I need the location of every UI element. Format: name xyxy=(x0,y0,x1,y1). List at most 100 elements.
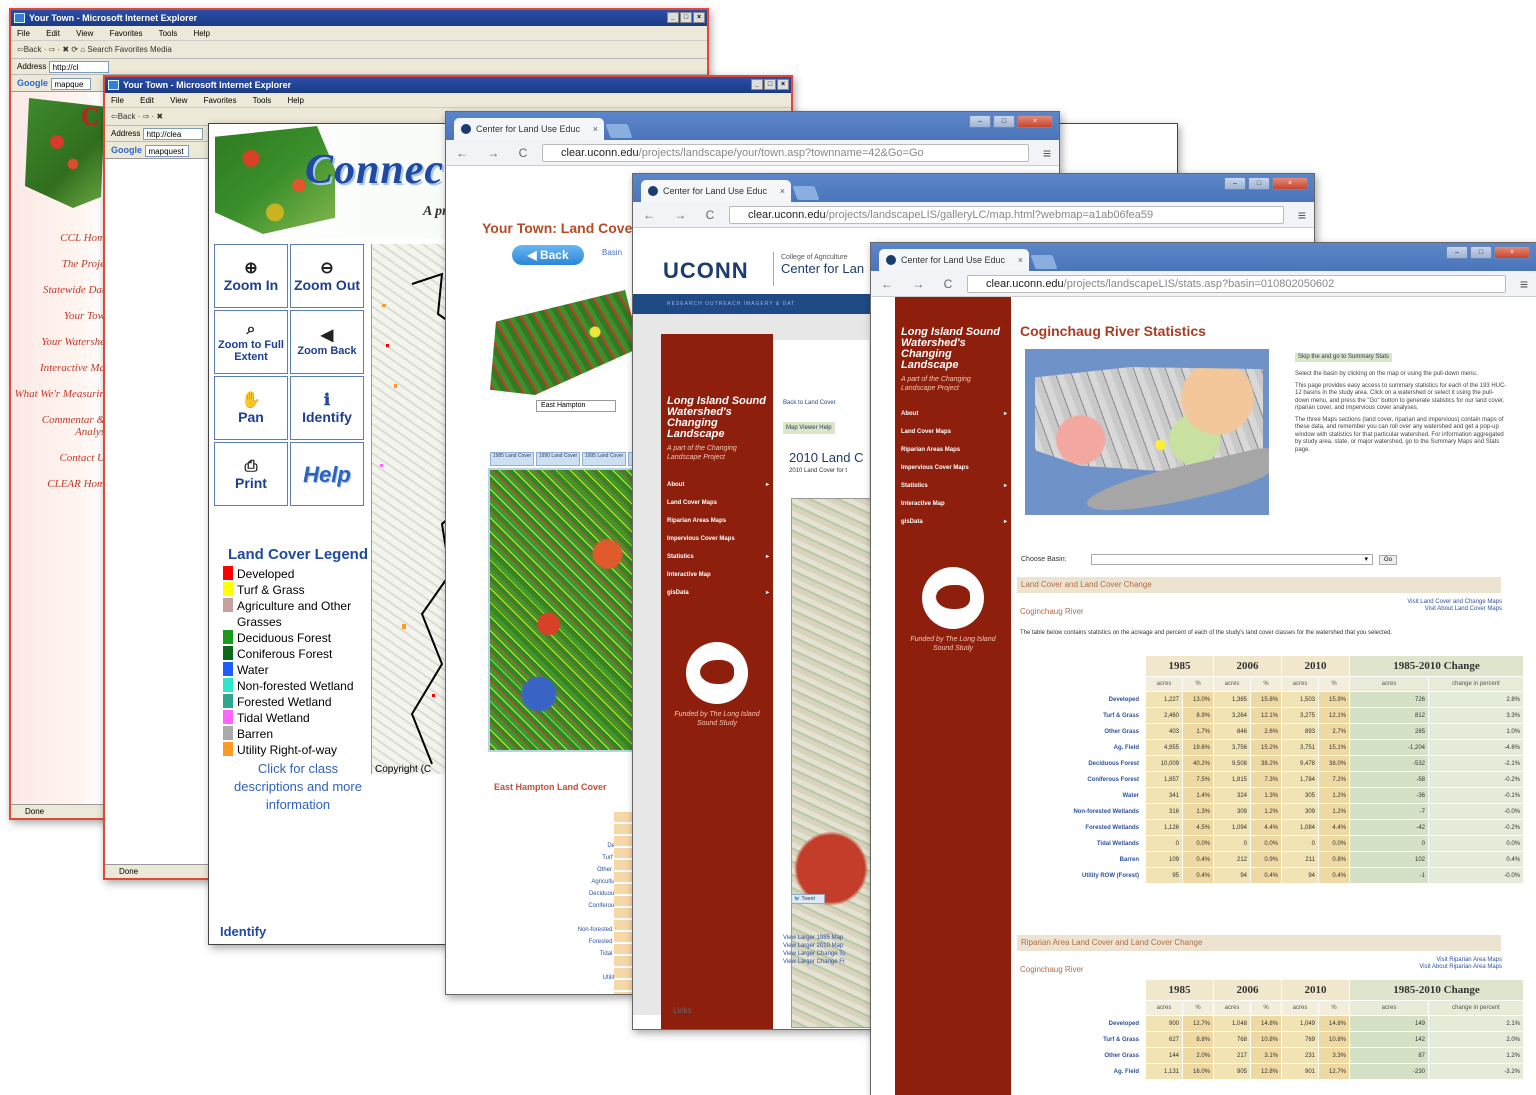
minimize-button[interactable]: _ xyxy=(667,12,679,23)
town-locator-map[interactable] xyxy=(490,290,640,395)
sidebar-item-interactive-map[interactable]: Interactive Map xyxy=(661,566,773,584)
identify-button[interactable]: ℹ Identify xyxy=(290,376,364,440)
uconn-logo[interactable]: UCONN xyxy=(663,258,749,284)
tab-close-icon[interactable]: × xyxy=(780,180,785,202)
nav-ccl-home[interactable]: CCL Hom xyxy=(11,232,107,244)
sidebar-item-about[interactable]: About xyxy=(895,405,1011,423)
nav-your-town[interactable]: Your Tow xyxy=(11,310,107,322)
row-label[interactable]: Non-forested Wetlands xyxy=(1012,804,1145,819)
menu-view[interactable]: View xyxy=(170,96,187,105)
minimize-button[interactable]: _ xyxy=(751,79,763,90)
browser-tab[interactable]: Center for Land Use Educ × xyxy=(454,118,604,140)
maximize-button[interactable]: □ xyxy=(1248,177,1270,190)
sidebar-item-land-cover-maps[interactable]: Land Cover Maps xyxy=(661,494,773,512)
address-input[interactable]: http://clea xyxy=(142,127,203,140)
town-select[interactable]: East Hampton xyxy=(536,400,616,412)
menu-icon[interactable]: ≡ xyxy=(1520,271,1528,297)
browser-tab[interactable]: Center for Land Use Educ × xyxy=(879,249,1029,271)
view-larger-link[interactable]: View Larger Change To xyxy=(783,950,846,958)
maximize-button[interactable]: □ xyxy=(1470,246,1492,259)
url-bar[interactable]: clear.uconn.edu/projects/landscapeLIS/st… xyxy=(967,275,1506,293)
zoom-in-button[interactable]: ⊕ Zoom In xyxy=(214,244,288,308)
menu-icon[interactable]: ≡ xyxy=(1298,202,1306,228)
sidebar-item-impervious-maps[interactable]: Impervious Cover Maps xyxy=(895,459,1011,477)
skip-to-summary-link[interactable]: Skip the and go to Summary Stats xyxy=(1295,353,1393,362)
browser-tab[interactable]: Center for Land Use Educ × xyxy=(641,180,791,202)
sidebar-item-statistics[interactable]: Statistics xyxy=(895,477,1011,495)
back-button[interactable]: ◀ Back xyxy=(512,245,584,265)
class-descriptions-link[interactable]: Click for class descriptions and more in… xyxy=(223,760,373,814)
minimize-button[interactable]: – xyxy=(1224,177,1246,190)
go-button[interactable]: Go xyxy=(1379,555,1397,565)
row-label[interactable]: Forested Wetlands xyxy=(1012,820,1145,835)
row-label[interactable]: Coniferous Forest xyxy=(1012,772,1145,787)
google-search-input[interactable]: mapque xyxy=(50,77,91,90)
visit-link[interactable]: Visit Land Cover and Change Maps xyxy=(1407,599,1502,606)
menu-tools[interactable]: Tools xyxy=(159,29,178,38)
visit-link[interactable]: Visit About Land Cover Maps xyxy=(1407,606,1502,613)
zoom-full-extent-button[interactable]: ⌕ Zoom to Full Extent xyxy=(214,310,288,374)
maximize-button[interactable]: □ xyxy=(993,115,1015,128)
new-tab-button[interactable] xyxy=(605,124,633,138)
ie1-toolbar[interactable]: ⇦Back · ⇨ · ✖ ⟳ ⌂ Search Favorites Media xyxy=(11,41,707,59)
menu-help[interactable]: Help xyxy=(194,29,210,38)
tab-1995[interactable]: 1995 Land Cover xyxy=(582,452,626,466)
minimize-button[interactable]: – xyxy=(969,115,991,128)
menu-favorites[interactable]: Favorites xyxy=(204,96,237,105)
basin-selection-map[interactable] xyxy=(1025,349,1269,515)
maximize-button[interactable]: □ xyxy=(680,12,692,23)
row-label[interactable]: Barren xyxy=(1012,852,1145,867)
new-tab-button[interactable] xyxy=(1030,255,1058,269)
sidebar-item-interactive-map[interactable]: Interactive Map xyxy=(895,495,1011,513)
basin-select[interactable]: ▾ xyxy=(1091,554,1373,565)
print-button[interactable]: ⎙ Print xyxy=(214,442,288,506)
nav-interactive-map[interactable]: Interactive Ma xyxy=(11,362,107,374)
close-button[interactable]: × xyxy=(693,12,705,23)
nav-the-project[interactable]: The Proje xyxy=(11,258,107,270)
back-to-land-cover-link[interactable]: Back to Land Cover xyxy=(783,400,836,406)
sidebar-item-riparian-maps[interactable]: Riparian Areas Maps xyxy=(895,441,1011,459)
view-larger-link[interactable]: View Larger Change Fr xyxy=(783,958,846,966)
row-label[interactable]: Developed xyxy=(1012,692,1145,707)
menu-help[interactable]: Help xyxy=(288,96,304,105)
sidebar-item-gisdata[interactable]: gisData xyxy=(661,584,773,602)
maximize-button[interactable]: □ xyxy=(764,79,776,90)
view-larger-link[interactable]: View Larger 1985 Map xyxy=(783,934,846,942)
nav-contact-us[interactable]: Contact U xyxy=(11,452,107,464)
nav-your-watershed[interactable]: Your Watershe xyxy=(11,336,107,348)
tab-1990[interactable]: 1990 Land Cover xyxy=(536,452,580,466)
menu-view[interactable]: View xyxy=(76,29,93,38)
view-larger-link[interactable]: View Larger 2010 Map xyxy=(783,942,846,950)
menu-file[interactable]: File xyxy=(111,96,124,105)
nav-clear-home[interactable]: CLEAR Hom xyxy=(11,478,107,490)
nav-what-were-measuring[interactable]: What We'r Measurin xyxy=(11,388,107,400)
url-bar[interactable]: clear.uconn.edu/projects/landscapeLIS/ga… xyxy=(729,206,1284,224)
row-label[interactable]: Turf & Grass xyxy=(1012,708,1145,723)
pan-button[interactable]: ✋ Pan xyxy=(214,376,288,440)
new-tab-button[interactable] xyxy=(792,186,820,200)
tweet-button[interactable]: 🐦 Tweet xyxy=(791,894,825,904)
help-button[interactable]: Help xyxy=(290,442,364,506)
tab-close-icon[interactable]: × xyxy=(1018,249,1023,271)
row-label[interactable]: Ag. Field xyxy=(1012,740,1145,755)
row-label[interactable]: Other Grass xyxy=(1012,724,1145,739)
row-label[interactable]: Other Grass xyxy=(1012,1048,1145,1063)
minimize-button[interactable]: – xyxy=(1446,246,1468,259)
menu-icon[interactable]: ≡ xyxy=(1043,140,1051,166)
tab-close-icon[interactable]: × xyxy=(593,118,598,140)
row-label[interactable]: Ag. Field xyxy=(1012,1064,1145,1079)
basin-link[interactable]: Basin xyxy=(602,248,622,257)
sidebar-item-statistics[interactable]: Statistics xyxy=(661,548,773,566)
close-button[interactable]: × xyxy=(1017,115,1053,128)
row-label[interactable]: Deciduous Forest xyxy=(1012,756,1145,771)
close-button[interactable]: × xyxy=(1272,177,1308,190)
sidebar-item-about[interactable]: About xyxy=(661,476,773,494)
close-button[interactable]: × xyxy=(1494,246,1530,259)
zoom-back-button[interactable]: ◀ Zoom Back xyxy=(290,310,364,374)
sidebar-item-impervious-maps[interactable]: Impervious Cover Maps xyxy=(661,530,773,548)
row-label[interactable]: Water xyxy=(1012,788,1145,803)
map-viewer-help-button[interactable]: Map Viewer Help xyxy=(783,422,835,434)
menu-edit[interactable]: Edit xyxy=(46,29,60,38)
nav-commentary[interactable]: Commentar & Analys xyxy=(11,414,107,438)
menu-edit[interactable]: Edit xyxy=(140,96,154,105)
